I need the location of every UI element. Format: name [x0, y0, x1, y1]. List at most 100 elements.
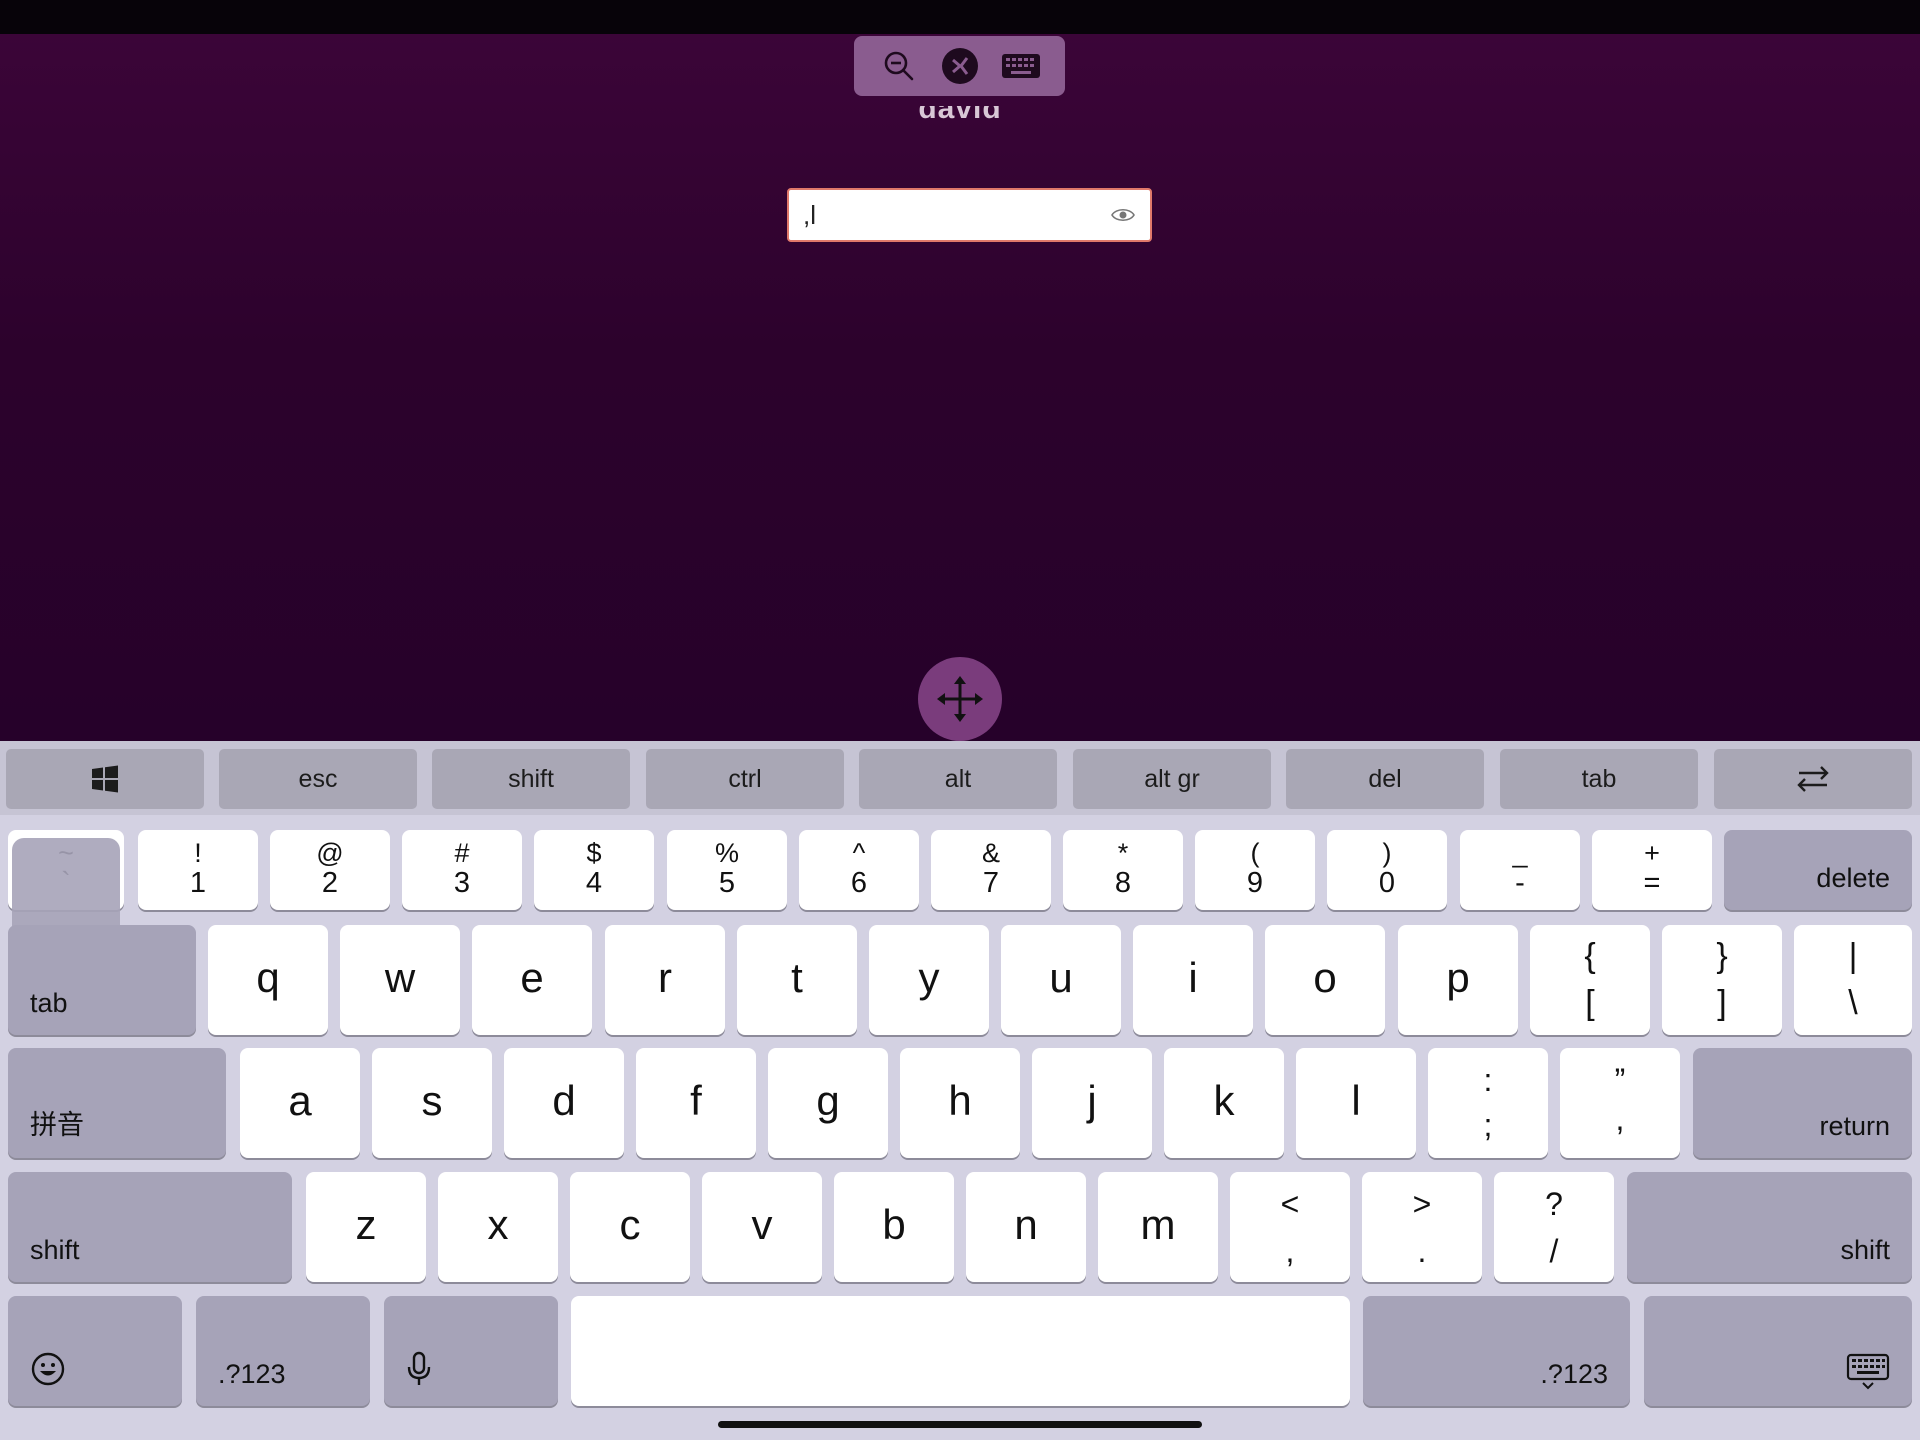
key-char: l	[1351, 1077, 1361, 1125]
key-6[interactable]: ^ 6	[799, 830, 919, 910]
key-y[interactable]: y	[869, 925, 989, 1035]
return-key[interactable]: return	[1693, 1048, 1912, 1158]
key-comma[interactable]: <,	[1230, 1172, 1350, 1282]
key-top-char: ^	[852, 838, 866, 868]
key-top-char: +	[1644, 838, 1660, 868]
key-bottom-char: 3	[453, 867, 471, 899]
remote-desktop-view[interactable]: david ,l	[0, 34, 1920, 741]
key-bottom-char: ]	[1717, 984, 1727, 1022]
key-j[interactable]: j	[1032, 1048, 1152, 1158]
key-right-bracket[interactable]: }]	[1662, 925, 1782, 1035]
ctrl-key[interactable]: ctrl	[646, 749, 844, 809]
key-char: z	[355, 1201, 377, 1249]
key-char: x	[487, 1201, 509, 1249]
key-t[interactable]: t	[737, 925, 857, 1035]
numbers-key-left[interactable]: .?123	[196, 1296, 370, 1406]
key-v[interactable]: v	[702, 1172, 822, 1282]
dismiss-keyboard-key[interactable]	[1644, 1296, 1912, 1406]
key-bottom-char: 7	[982, 867, 1000, 899]
key-r[interactable]: r	[605, 925, 725, 1035]
key-backslash[interactable]: | \	[1794, 925, 1912, 1035]
delete-label: delete	[1816, 863, 1890, 893]
key-1[interactable]: ! 1	[138, 830, 258, 910]
key-char: p	[1446, 954, 1470, 1002]
key-z[interactable]: z	[306, 1172, 426, 1282]
key-bottom-char: 1	[189, 867, 207, 899]
key-p[interactable]: p	[1398, 925, 1518, 1035]
del-key[interactable]: del	[1286, 749, 1484, 809]
key-quote[interactable]: ”,	[1560, 1048, 1680, 1158]
key-period[interactable]: >.	[1362, 1172, 1482, 1282]
emoji-key[interactable]	[8, 1296, 182, 1406]
key-bottom-char: 8	[1114, 867, 1132, 899]
alt-key[interactable]: alt	[859, 749, 1057, 809]
key-e[interactable]: e	[472, 925, 592, 1035]
key-c[interactable]: c	[570, 1172, 690, 1282]
key-char: d	[552, 1077, 576, 1125]
swap-key[interactable]	[1714, 749, 1912, 809]
key-5[interactable]: % 5	[667, 830, 787, 910]
password-field[interactable]: ,l	[787, 188, 1152, 242]
key-semicolon[interactable]: :;	[1428, 1048, 1548, 1158]
key-m[interactable]: m	[1098, 1172, 1218, 1282]
key-top-char: $	[586, 838, 602, 868]
key-g[interactable]: g	[768, 1048, 888, 1158]
left-shift-key[interactable]: shift	[8, 1172, 292, 1282]
key-4[interactable]: $4	[534, 830, 654, 910]
key-b[interactable]: b	[834, 1172, 954, 1282]
key-char: b	[882, 1201, 906, 1249]
move-handle[interactable]	[918, 657, 1002, 741]
delete-key[interactable]: delete	[1724, 830, 1912, 910]
key-o[interactable]: o	[1265, 925, 1385, 1035]
alt-gr-key[interactable]: alt gr	[1073, 749, 1271, 809]
key-minus[interactable]: _ -	[1460, 830, 1580, 910]
key-i[interactable]: i	[1133, 925, 1253, 1035]
zoom-out-button[interactable]	[876, 43, 922, 89]
key-top-char: :	[1483, 1062, 1493, 1098]
key-9[interactable]: (9	[1195, 830, 1315, 910]
key-char: f	[690, 1077, 702, 1125]
key-slash[interactable]: ? /	[1494, 1172, 1614, 1282]
esc-key[interactable]: esc	[219, 749, 417, 809]
keyboard-toggle-button[interactable]	[998, 43, 1044, 89]
key-left-bracket[interactable]: {[	[1530, 925, 1650, 1035]
key-a[interactable]: a	[240, 1048, 360, 1158]
space-bar[interactable]	[571, 1296, 1350, 1406]
key-w[interactable]: w	[340, 925, 460, 1035]
shift-label: shift	[30, 1235, 80, 1265]
show-password-button[interactable]	[1110, 202, 1136, 228]
key-q[interactable]: q	[208, 925, 328, 1035]
shift-modifier-key[interactable]: shift	[432, 749, 630, 809]
key-8[interactable]: * 8	[1063, 830, 1183, 910]
key-l[interactable]: l	[1296, 1048, 1416, 1158]
key-bottom-char: 4	[585, 867, 603, 899]
dictation-key[interactable]	[384, 1296, 558, 1406]
right-shift-key[interactable]: shift	[1627, 1172, 1912, 1282]
key-x[interactable]: x	[438, 1172, 558, 1282]
pinyin-key[interactable]: 拼音	[8, 1048, 226, 1158]
windows-key[interactable]	[6, 749, 204, 809]
key-d[interactable]: d	[504, 1048, 624, 1158]
key-u[interactable]: u	[1001, 925, 1121, 1035]
remote-desktop-button[interactable]	[937, 43, 983, 89]
key-s[interactable]: s	[372, 1048, 492, 1158]
key-top-char: #	[454, 838, 470, 868]
key-7[interactable]: & 7	[931, 830, 1051, 910]
numbers-key-right[interactable]: .?123	[1363, 1296, 1630, 1406]
key-f[interactable]: f	[636, 1048, 756, 1158]
key-3[interactable]: #3	[402, 830, 522, 910]
key-top-char: >	[1412, 1186, 1432, 1222]
key-top-char: )	[1382, 838, 1392, 868]
key-0[interactable]: ) 0	[1327, 830, 1447, 910]
emoji-icon	[30, 1351, 66, 1392]
tab-modifier-key[interactable]: tab	[1500, 749, 1698, 809]
home-indicator[interactable]	[718, 1421, 1202, 1428]
key-n[interactable]: n	[966, 1172, 1086, 1282]
key-h[interactable]: h	[900, 1048, 1020, 1158]
key-equals[interactable]: + =	[1592, 830, 1712, 910]
tab-key[interactable]: tab	[8, 925, 196, 1035]
key-k[interactable]: k	[1164, 1048, 1284, 1158]
key-2[interactable]: @2	[270, 830, 390, 910]
key-bottom-char: =	[1643, 867, 1661, 899]
pinyin-label: 拼音	[30, 1110, 84, 1140]
